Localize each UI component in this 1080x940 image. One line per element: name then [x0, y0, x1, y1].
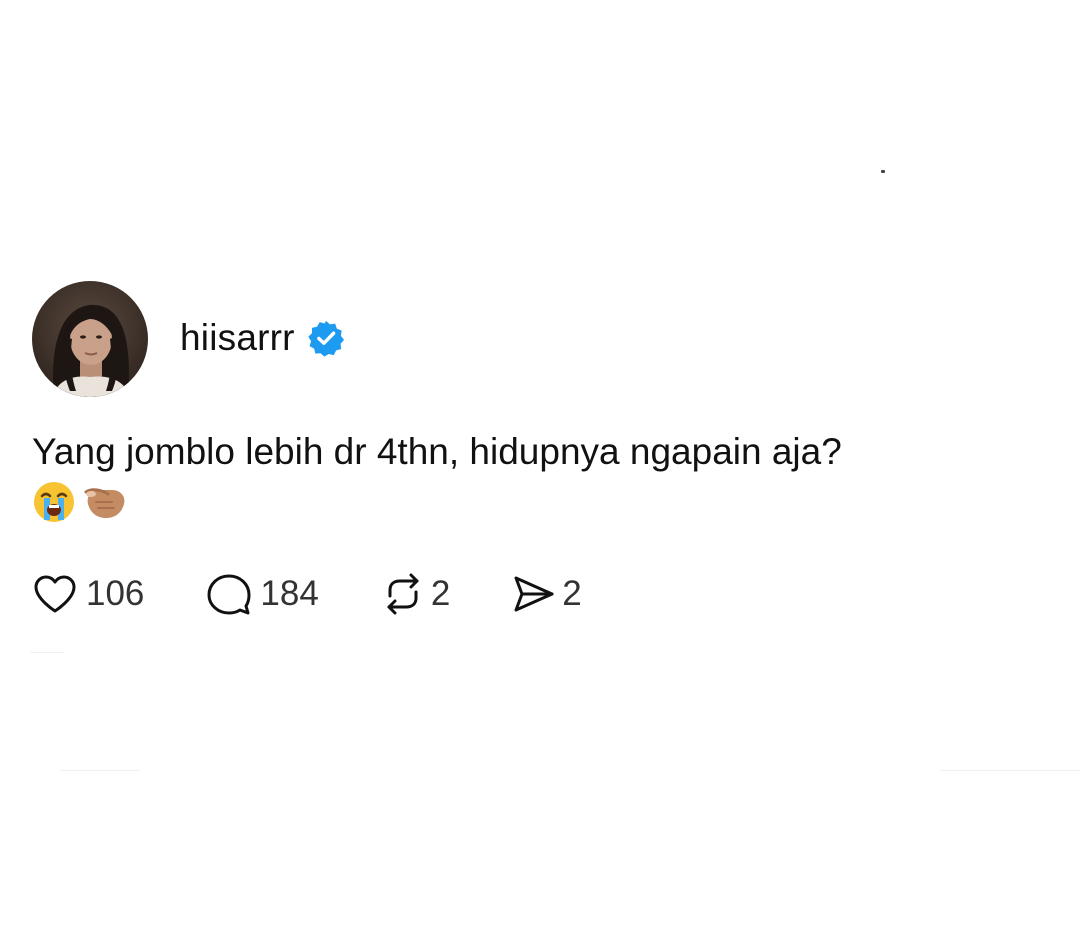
- post-header: hiisarrr: [32, 280, 1032, 398]
- avatar[interactable]: [32, 281, 148, 397]
- divider-fragment: [30, 652, 64, 653]
- like-count: 106: [86, 574, 145, 613]
- action-bar: 106 184 2 2: [32, 570, 1032, 618]
- comment-button[interactable]: 184: [206, 572, 319, 616]
- verified-badge-icon: [308, 320, 344, 357]
- avatar-image: [32, 281, 148, 397]
- share-count: 2: [562, 574, 582, 613]
- repost-icon: [387, 573, 419, 615]
- username-row: hiisarrr: [180, 317, 345, 359]
- pinching-hand-emoji: [84, 488, 125, 518]
- post-text: Yang jomblo lebih dr 4thn, hidupnya ngap…: [32, 431, 842, 472]
- username[interactable]: hiisarrr: [180, 317, 295, 359]
- heart-icon: [34, 575, 76, 613]
- comment-count: 184: [260, 574, 319, 613]
- crying-face-emoji: [34, 482, 74, 522]
- repost-count: 2: [430, 574, 451, 613]
- divider-fragment: [60, 770, 140, 771]
- send-icon: [514, 576, 554, 612]
- comment-bubble-icon: [207, 574, 251, 615]
- divider-fragment: [940, 770, 1080, 771]
- share-button[interactable]: 2: [512, 572, 582, 616]
- emoji-row: [32, 478, 1032, 526]
- like-button[interactable]: 106: [32, 573, 144, 615]
- stray-dot: [881, 170, 885, 173]
- post-card: hiisarrr Yang jomblo lebih dr 4thn, hidu…: [32, 280, 1032, 618]
- repost-button[interactable]: 2: [381, 572, 450, 616]
